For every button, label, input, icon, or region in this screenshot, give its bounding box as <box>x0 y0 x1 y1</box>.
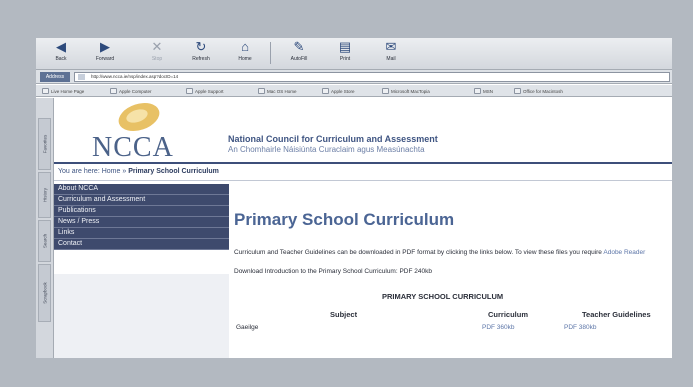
favorite-link[interactable]: Microsoft MacTopia <box>382 88 430 94</box>
favorite-link[interactable]: Apple Store <box>322 88 355 94</box>
breadcrumb: You are here: Home » Primary School Curr… <box>58 168 219 175</box>
print-icon: ▤ <box>338 39 352 54</box>
mail-button[interactable]: ✉ Mail <box>370 40 412 68</box>
guidelines-pdf-link[interactable]: PDF 380kb <box>564 324 597 331</box>
browser-window: ◀ Back ▶ Forward ✕ Stop ↻ Refresh ⌂ Home… <box>36 38 672 358</box>
browser-toolbar: ◀ Back ▶ Forward ✕ Stop ↻ Refresh ⌂ Home… <box>36 38 672 70</box>
back-arrow-icon: ◀ <box>56 39 66 54</box>
web-page: NCCA National Council for Curriculum and… <box>54 98 672 358</box>
intro-text: Curriculum and Teacher Guidelines can be… <box>234 249 646 256</box>
column-header-curriculum: Curriculum <box>488 310 529 319</box>
forward-arrow-icon: ▶ <box>100 39 110 54</box>
nav-item-links[interactable]: Links <box>54 228 229 239</box>
mail-icon: ✉ <box>385 39 397 54</box>
nav-item-contact[interactable]: Contact <box>54 239 229 250</box>
favorite-link[interactable]: Office for Macintosh <box>514 88 563 94</box>
tab-search[interactable]: Search <box>38 220 51 262</box>
page-icon <box>78 74 85 80</box>
favorite-link[interactable]: Live Home Page <box>42 88 84 94</box>
refresh-button[interactable]: ↻ Refresh <box>180 40 222 68</box>
address-bar: Address http://www.ncca.ie/nsp/index.asp… <box>36 70 672 84</box>
nav-item-news[interactable]: News / Press <box>54 217 229 228</box>
table-row-subject: Gaeilge <box>236 324 259 331</box>
breadcrumb-prefix[interactable]: You are here: Home » <box>58 168 128 175</box>
back-button[interactable]: ◀ Back <box>40 40 82 68</box>
left-nav: About NCCA Curriculum and Assessment Pub… <box>54 184 229 250</box>
breadcrumb-current: Primary School Curriculum <box>128 168 219 175</box>
table-title: PRIMARY SCHOOL CURRICULUM <box>382 292 504 301</box>
org-name: National Council for Curriculum and Asse… <box>228 134 438 144</box>
favorite-link[interactable]: Apple Computer <box>110 88 152 94</box>
nav-item-curriculum[interactable]: Curriculum and Assessment <box>54 195 229 206</box>
column-header-teacher-guidelines: Teacher Guidelines <box>582 310 651 319</box>
org-name-irish: An Chomhairle Náisiúnta Curaclaim agus M… <box>228 145 425 154</box>
logo-text: NCCA <box>92 132 174 163</box>
ncca-logo[interactable]: NCCA <box>58 98 208 163</box>
page-title: Primary School Curriculum <box>234 210 455 229</box>
column-header-subject: Subject <box>330 310 358 319</box>
tab-history[interactable]: History <box>38 172 51 218</box>
autofill-icon: ✎ <box>293 39 305 54</box>
favorite-link[interactable]: Apple Support <box>186 88 224 94</box>
home-button[interactable]: ⌂ Home <box>224 40 266 68</box>
address-label: Address <box>40 72 70 82</box>
main-content: Primary School Curriculum Curriculum and… <box>234 184 672 358</box>
tab-scrapbook[interactable]: Scrapbook <box>38 264 51 322</box>
favorite-link[interactable]: MSN <box>474 88 493 94</box>
autofill-button[interactable]: ✎ AutoFill <box>278 40 320 68</box>
tab-favorites[interactable]: Favorites <box>38 118 51 170</box>
stop-button[interactable]: ✕ Stop <box>136 40 178 68</box>
refresh-icon: ↻ <box>195 39 207 54</box>
forward-button[interactable]: ▶ Forward <box>84 40 126 68</box>
home-icon: ⌂ <box>241 39 249 54</box>
adobe-reader-link[interactable]: Adobe Reader <box>603 249 645 256</box>
address-input[interactable]: http://www.ncca.ie/nsp/index.asp?docID=1… <box>74 72 670 82</box>
stop-icon: ✕ <box>151 39 163 54</box>
nav-item-publications[interactable]: Publications <box>54 206 229 217</box>
address-url: http://www.ncca.ie/nsp/index.asp?docID=1… <box>91 74 179 79</box>
nav-item-about[interactable]: About NCCA <box>54 184 229 195</box>
toolbar-separator <box>270 42 271 64</box>
curriculum-pdf-link[interactable]: PDF 360kb <box>482 324 515 331</box>
explorer-side-tabs: Favorites History Search Scrapbook <box>36 98 54 358</box>
favorites-bar: Live Home Page Apple Computer Apple Supp… <box>36 85 672 97</box>
download-introduction-link[interactable]: Download Introduction to the Primary Sch… <box>234 268 432 275</box>
breadcrumb-divider <box>54 180 672 181</box>
favorite-link[interactable]: Mac OS Home <box>258 88 297 94</box>
print-button[interactable]: ▤ Print <box>324 40 366 68</box>
nav-background <box>54 274 229 358</box>
header-divider <box>54 162 672 164</box>
